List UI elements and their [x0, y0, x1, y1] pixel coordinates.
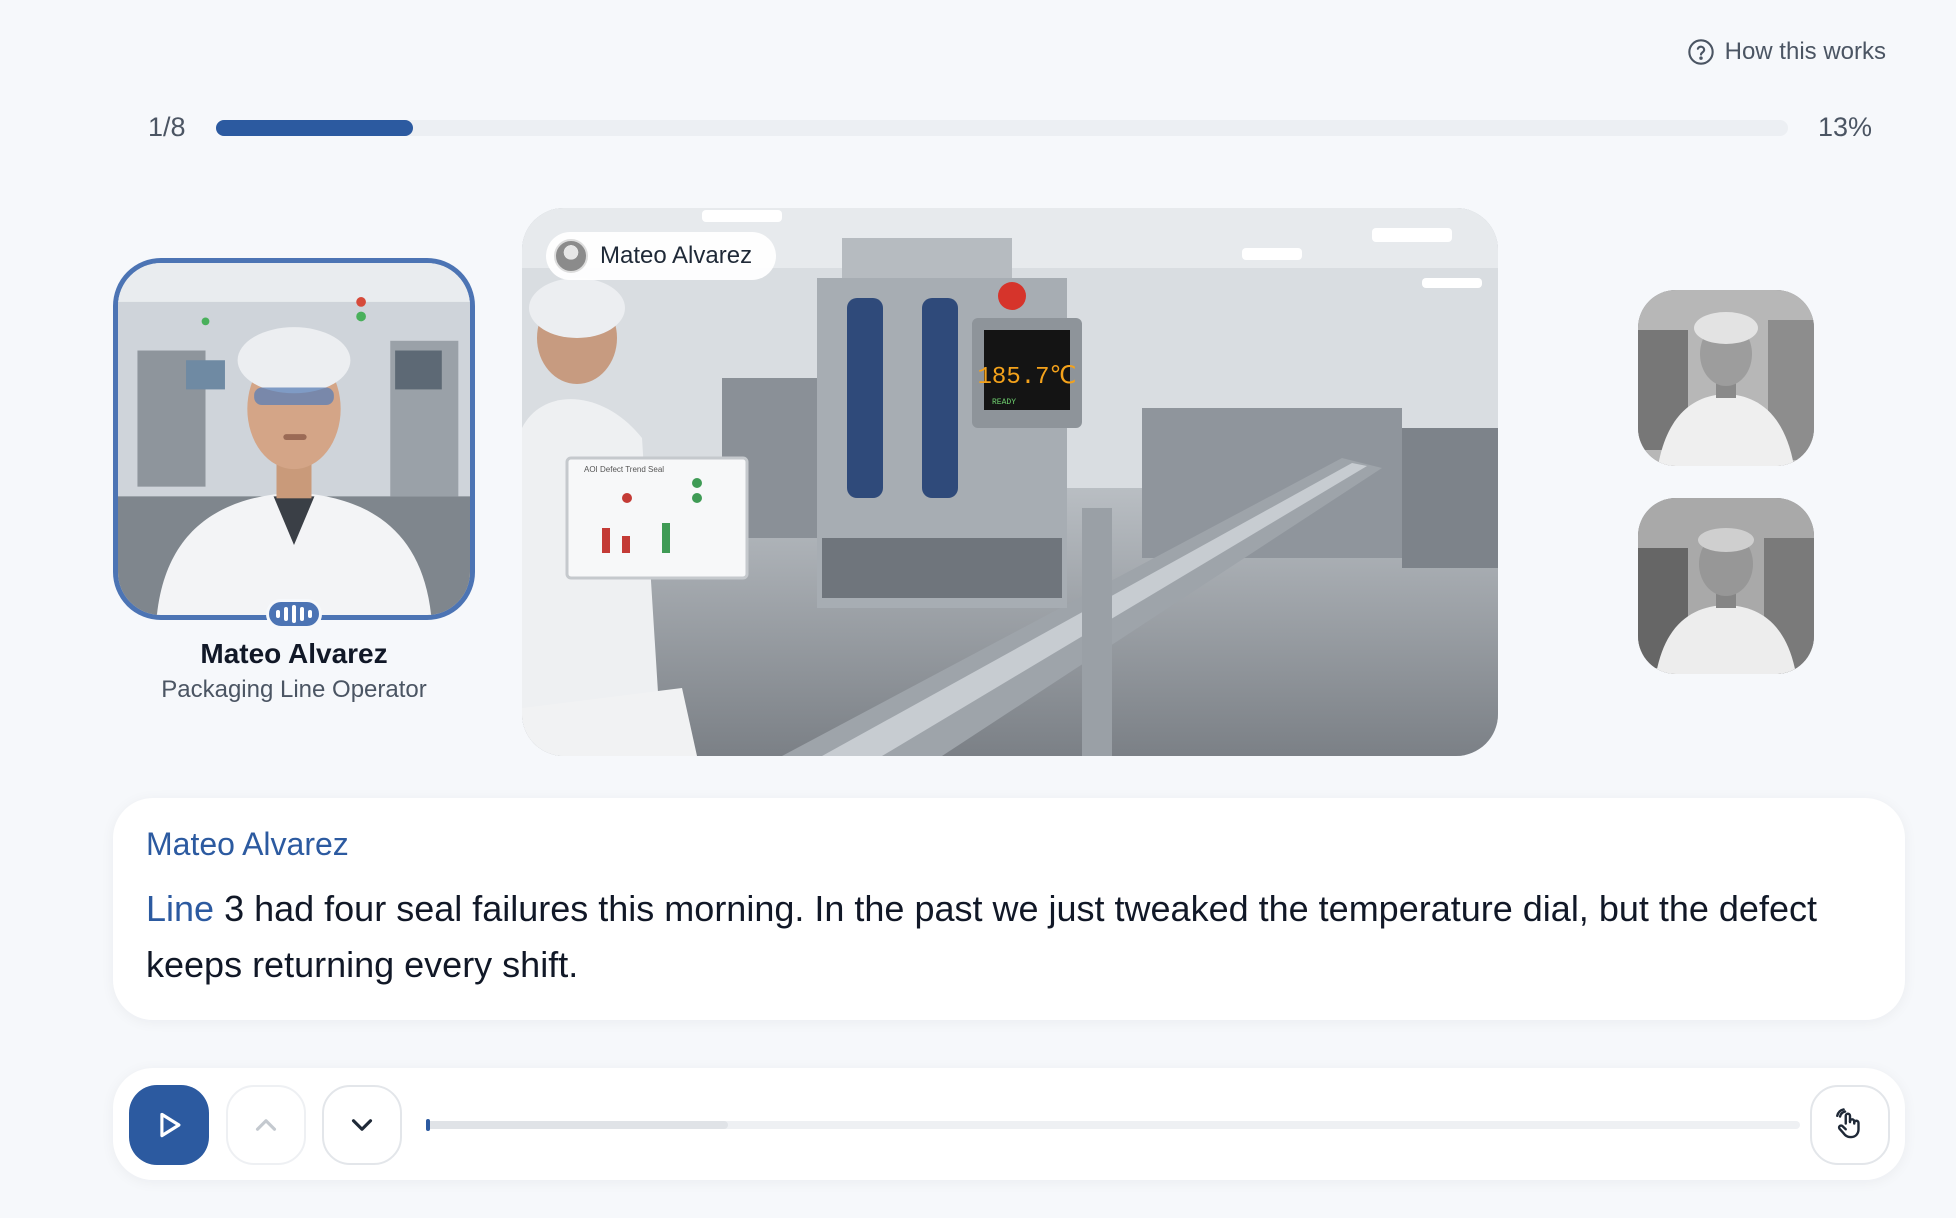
scene-speaker-tag: Mateo Alvarez [546, 232, 777, 280]
speaker-role: Packaging Line Operator [161, 676, 427, 703]
scene-speaker-name: Mateo Alvarez [600, 242, 753, 269]
participant-photo-1 [1638, 290, 1814, 466]
progress-fill [216, 119, 413, 136]
audio-buffered-range [426, 1121, 729, 1129]
progress-percent: 13% [1817, 112, 1872, 142]
next-button[interactable] [322, 1085, 402, 1165]
participant-photo-2 [1638, 498, 1814, 674]
audio-player [113, 1068, 1905, 1180]
chevron-up-icon [255, 1119, 277, 1131]
progress-step-count: 1/8 [148, 112, 186, 142]
play-icon [160, 1112, 181, 1138]
how-this-works-link[interactable]: How this works [1687, 38, 1886, 66]
hand-gesture-icon [1836, 1108, 1860, 1139]
transcript-card: Mateo Alvarez Line 3 had four seal failu… [113, 798, 1905, 1020]
how-this-works-label: How this works [1724, 38, 1886, 65]
transcript-speaker: Mateo Alvarez [146, 826, 349, 862]
audio-wave-icon [266, 599, 322, 629]
participant-thumbnail-2[interactable] [1638, 498, 1814, 674]
question-circle-icon [1687, 39, 1714, 65]
active-speaker-portrait[interactable] [113, 258, 475, 620]
scene-speaker-avatar [554, 239, 588, 273]
factory-scene-illustration: 185.7℃ READY AOI Defect Trend Seal [522, 208, 1498, 756]
audio-playhead[interactable] [426, 1119, 430, 1131]
whiteboard-title: AOI Defect Trend Seal [584, 465, 664, 474]
previous-button[interactable] [226, 1085, 306, 1165]
monitor-reading: 185.7℃ [978, 364, 1077, 391]
audio-scrubber[interactable] [426, 1119, 1800, 1131]
transcript-text: Line 3 had four seal failures this morni… [146, 881, 1872, 993]
participant-thumbnail-1[interactable] [1638, 290, 1814, 466]
progress-bar: 1/8 13% [148, 112, 1872, 143]
speaker-photo [118, 263, 470, 615]
progress-track [216, 119, 1788, 136]
gesture-button[interactable] [1810, 1085, 1890, 1165]
transcript-remaining-text: 3 had four seal failures this morning. I… [146, 888, 1817, 985]
monitor-status: READY [992, 398, 1016, 407]
chevron-down-icon [351, 1119, 373, 1131]
speaker-name: Mateo Alvarez [200, 638, 388, 669]
scene-image: 185.7℃ READY AOI Defect Trend Seal [522, 208, 1498, 756]
transcript-highlight-word: Line [146, 888, 215, 929]
play-button[interactable] [129, 1085, 209, 1165]
